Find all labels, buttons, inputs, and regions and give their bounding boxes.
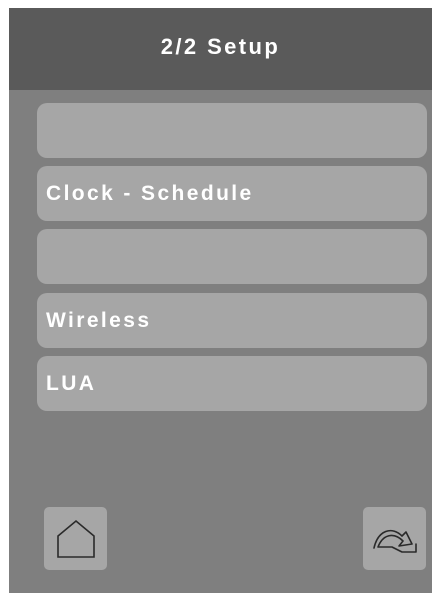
forward-arrow-icon (372, 529, 417, 553)
home-icon (56, 519, 95, 558)
menu-item-blank-1[interactable] (37, 103, 427, 158)
home-button[interactable] (44, 507, 107, 570)
forward-button[interactable] (363, 507, 426, 570)
menu-item-label: Wireless (46, 308, 152, 332)
header-bar: 2/2 Setup (9, 8, 432, 90)
menu-item-wireless[interactable]: Wireless (37, 293, 427, 348)
menu-item-label: Clock - Schedule (46, 181, 254, 205)
menu-item-label: LUA (46, 371, 97, 395)
page-title: 2/2 Setup (160, 34, 281, 59)
menu-item-lua[interactable]: LUA (37, 356, 427, 411)
menu-item-clock-schedule[interactable]: Clock - Schedule (37, 166, 427, 221)
menu-item-blank-2[interactable] (37, 229, 427, 284)
setup-screen: 2/2 Setup Clock - Schedule Wireless LUA (9, 8, 432, 593)
